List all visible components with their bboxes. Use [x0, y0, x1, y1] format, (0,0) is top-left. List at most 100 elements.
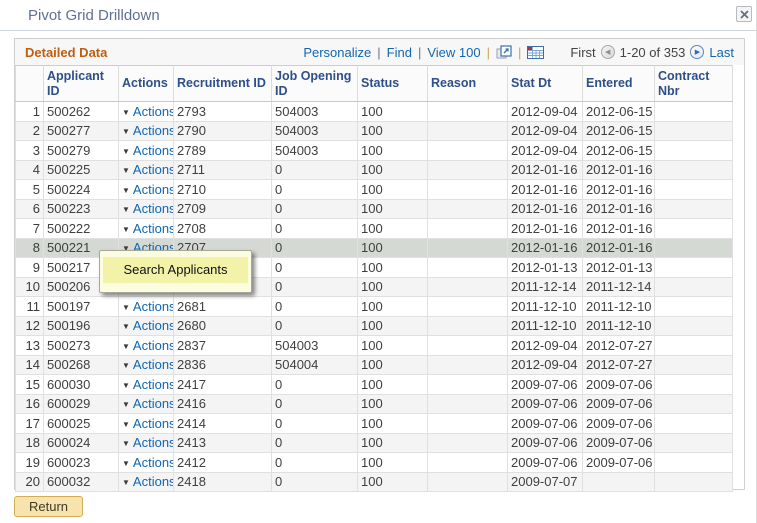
cell-reason — [427, 120, 508, 141]
cell-reason — [427, 335, 508, 356]
actions-link[interactable]: Actions — [133, 123, 173, 138]
cell-job-opening-id: 0 — [271, 393, 358, 414]
actions-menu-button[interactable]: ▼ Actions — [118, 335, 174, 356]
actions-menu-button[interactable]: ▼ Actions — [118, 432, 174, 453]
cell-recruitment-id: 2418 — [173, 471, 272, 492]
cell-job-opening-id: 0 — [271, 413, 358, 434]
cell-reason — [427, 432, 508, 453]
actions-link[interactable]: Actions — [133, 143, 173, 158]
cell-applicant-id: 600032 — [43, 471, 119, 492]
actions-link[interactable]: Actions — [133, 318, 173, 333]
chevron-down-icon: ▼ — [122, 458, 130, 468]
cell-recruitment-id: 2416 — [173, 393, 272, 414]
actions-link[interactable]: Actions — [133, 357, 173, 372]
actions-menu-button[interactable]: ▼ Actions — [118, 159, 174, 180]
actions-link[interactable]: Actions — [133, 182, 173, 197]
popout-window-icon[interactable] — [496, 45, 512, 59]
cell-entered: 2011-12-14 — [582, 276, 655, 297]
cell-status: 100 — [357, 120, 428, 141]
cell-status: 100 — [357, 335, 428, 356]
actions-menu-button[interactable]: ▼ Actions — [118, 120, 174, 141]
actions-menu-button[interactable]: ▼ Actions — [118, 452, 174, 473]
cell-stat-dt: 2012-01-16 — [507, 179, 583, 200]
cell-status: 100 — [357, 354, 428, 375]
actions-link[interactable]: Actions — [133, 162, 173, 177]
row-number: 5 — [15, 179, 44, 200]
cell-recruitment-id: 2711 — [173, 159, 272, 180]
menu-item-search-applicants[interactable]: Search Applicants — [103, 257, 248, 283]
actions-menu-button[interactable]: ▼ Actions — [118, 198, 174, 219]
cell-job-opening-id: 0 — [271, 296, 358, 317]
actions-menu-button[interactable]: ▼ Actions — [118, 179, 174, 200]
col-header-reason: Reason — [427, 65, 508, 102]
cell-stat-dt: 2011-12-10 — [507, 315, 583, 336]
close-icon[interactable] — [736, 6, 752, 22]
cell-stat-dt: 2012-09-04 — [507, 120, 583, 141]
title-divider — [0, 30, 756, 31]
cell-contract-nbr — [654, 296, 733, 317]
actions-link[interactable]: Actions — [133, 396, 173, 411]
cell-stat-dt: 2012-09-04 — [507, 335, 583, 356]
col-header-applicant-id: Applicant ID — [43, 65, 119, 102]
actions-menu-button[interactable]: ▼ Actions — [118, 315, 174, 336]
actions-link[interactable]: Actions — [133, 474, 173, 489]
table-row: 16 600029 ▼ Actions 2416 0 100 2009-07-06… — [15, 393, 733, 414]
cell-contract-nbr — [654, 374, 733, 395]
cell-contract-nbr — [654, 413, 733, 434]
actions-link[interactable]: Actions — [133, 416, 173, 431]
actions-menu-button[interactable]: ▼ Actions — [118, 101, 174, 122]
actions-link[interactable]: Actions — [133, 201, 173, 216]
row-number: 12 — [15, 315, 44, 336]
cell-status: 100 — [357, 159, 428, 180]
actions-menu-button[interactable]: ▼ Actions — [118, 354, 174, 375]
chevron-down-icon: ▼ — [122, 322, 130, 332]
cell-reason — [427, 179, 508, 200]
cell-applicant-id: 500224 — [43, 179, 119, 200]
actions-menu-button[interactable]: ▼ Actions — [118, 296, 174, 317]
actions-link[interactable]: Actions — [133, 455, 173, 470]
chevron-down-icon: ▼ — [122, 205, 130, 215]
cell-reason — [427, 237, 508, 258]
actions-link[interactable]: Actions — [133, 299, 173, 314]
actions-menu-button[interactable]: ▼ Actions — [118, 374, 174, 395]
table-body: 1 500262 ▼ Actions 2793 504003 100 2012-0… — [15, 101, 733, 492]
download-grid-icon[interactable] — [527, 45, 545, 59]
row-number: 18 — [15, 432, 44, 453]
return-button[interactable]: Return — [14, 496, 84, 517]
col-header-recruitment-id: Recruitment ID — [173, 65, 272, 102]
title-bar: Pivot Grid Drilldown — [0, 0, 756, 30]
find-link[interactable]: Find — [387, 45, 412, 60]
cell-reason — [427, 315, 508, 336]
pager-last-link[interactable]: Last — [709, 45, 734, 60]
row-number: 17 — [15, 413, 44, 434]
next-page-icon[interactable]: ▶ — [690, 45, 705, 59]
cell-applicant-id: 600023 — [43, 452, 119, 473]
cell-job-opening-id: 504003 — [271, 101, 358, 122]
cell-status: 100 — [357, 276, 428, 297]
cell-recruitment-id: 2836 — [173, 354, 272, 375]
actions-menu-button[interactable]: ▼ Actions — [118, 140, 174, 161]
actions-menu-button[interactable]: ▼ Actions — [118, 393, 174, 414]
actions-link[interactable]: Actions — [133, 338, 173, 353]
actions-menu-button[interactable]: ▼ Actions — [118, 471, 174, 492]
actions-link[interactable]: Actions — [133, 221, 173, 236]
cell-job-opening-id: 0 — [271, 198, 358, 219]
chevron-down-icon: ▼ — [122, 341, 130, 351]
cell-applicant-id: 500273 — [43, 335, 119, 356]
cell-reason — [427, 374, 508, 395]
toolbar-links: Personalize | Find | View 100 | | — [303, 45, 545, 60]
cell-recruitment-id: 2413 — [173, 432, 272, 453]
actions-link[interactable]: Actions — [133, 377, 173, 392]
personalize-link[interactable]: Personalize — [303, 45, 371, 60]
cell-recruitment-id: 2680 — [173, 315, 272, 336]
chevron-down-icon: ▼ — [122, 127, 130, 137]
cell-reason — [427, 218, 508, 239]
actions-menu-button[interactable]: ▼ Actions — [118, 413, 174, 434]
cell-job-opening-id: 504003 — [271, 120, 358, 141]
actions-link[interactable]: Actions — [133, 104, 173, 119]
view-100-link[interactable]: View 100 — [427, 45, 480, 60]
cell-status: 100 — [357, 218, 428, 239]
actions-link[interactable]: Actions — [133, 435, 173, 450]
row-number: 7 — [15, 218, 44, 239]
actions-menu-button[interactable]: ▼ Actions — [118, 218, 174, 239]
